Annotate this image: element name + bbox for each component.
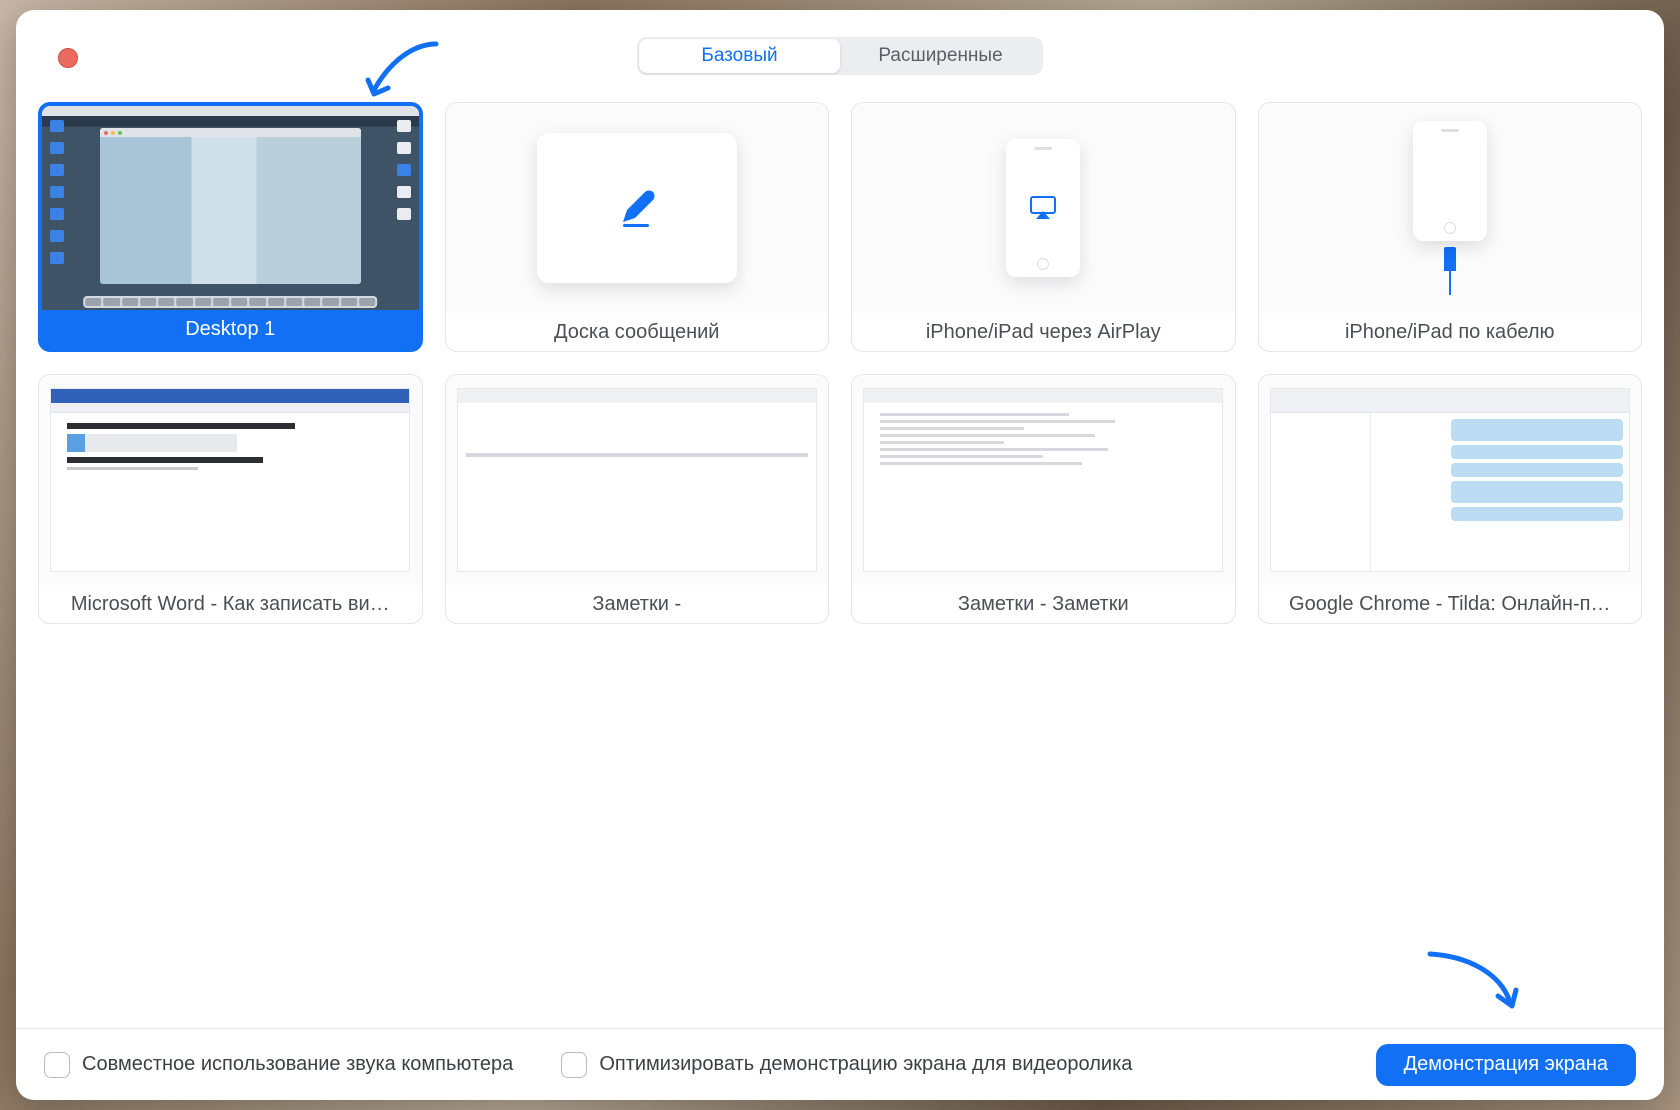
annotation-arrow-bottom [1422,946,1522,1016]
tab-segmented-control: Базовый Расширенные [637,37,1043,75]
tile-label: Desktop 1 [42,310,419,348]
tile-label: Microsoft Word - Как записать ви… [39,585,422,623]
checkbox-optimize-video[interactable]: Оптимизировать демонстрацию экрана для в… [561,1052,1132,1078]
tab-advanced[interactable]: Расширенные [840,39,1041,73]
word-preview [39,375,422,585]
checkbox-share-audio[interactable]: Совместное использование звука компьютер… [44,1052,513,1078]
checkbox-icon [44,1052,70,1078]
iphone-cable-preview [1259,103,1642,313]
source-tile-chrome[interactable]: Google Chrome - Tilda: Онлайн-п… [1258,374,1643,624]
share-screen-button[interactable]: Демонстрация экрана [1376,1044,1636,1086]
chrome-preview [1259,375,1642,585]
iphone-airplay-preview [852,103,1235,313]
tile-label: iPhone/iPad через AirPlay [852,313,1235,351]
airplay-icon [1028,193,1058,223]
whiteboard-preview [446,103,829,313]
tab-basic[interactable]: Базовый [639,39,840,73]
source-tile-notes-1[interactable]: Заметки - [445,374,830,624]
tile-label: Google Chrome - Tilda: Онлайн-п… [1259,585,1642,623]
checkbox-label: Оптимизировать демонстрацию экрана для в… [599,1053,1132,1076]
notes-preview-2 [852,375,1235,585]
tile-label: iPhone/iPad по кабелю [1259,313,1642,351]
tile-label: Заметки - [446,585,829,623]
source-tile-word[interactable]: Microsoft Word - Как записать ви… [38,374,423,624]
pencil-icon [613,184,661,232]
checkbox-label: Совместное использование звука компьютер… [82,1053,513,1076]
share-screen-dialog: Базовый Расширенные Desktop 1 [16,10,1664,1100]
source-grid: Desktop 1 Доска сообщений [38,102,1642,624]
notes-preview [446,375,829,585]
source-tile-iphone-airplay[interactable]: iPhone/iPad через AirPlay [851,102,1236,352]
source-tile-notes-2[interactable]: Заметки - Заметки [851,374,1236,624]
close-button[interactable] [58,48,78,68]
desktop-preview [42,106,419,310]
checkbox-icon [561,1052,587,1078]
dialog-footer: Совместное использование звука компьютер… [16,1028,1664,1100]
annotation-arrow-top [364,38,444,102]
tile-label: Заметки - Заметки [852,585,1235,623]
source-tile-iphone-cable[interactable]: iPhone/iPad по кабелю [1258,102,1643,352]
source-tile-whiteboard[interactable]: Доска сообщений [445,102,830,352]
source-tile-desktop-1[interactable]: Desktop 1 [38,102,423,352]
tile-label: Доска сообщений [446,313,829,351]
